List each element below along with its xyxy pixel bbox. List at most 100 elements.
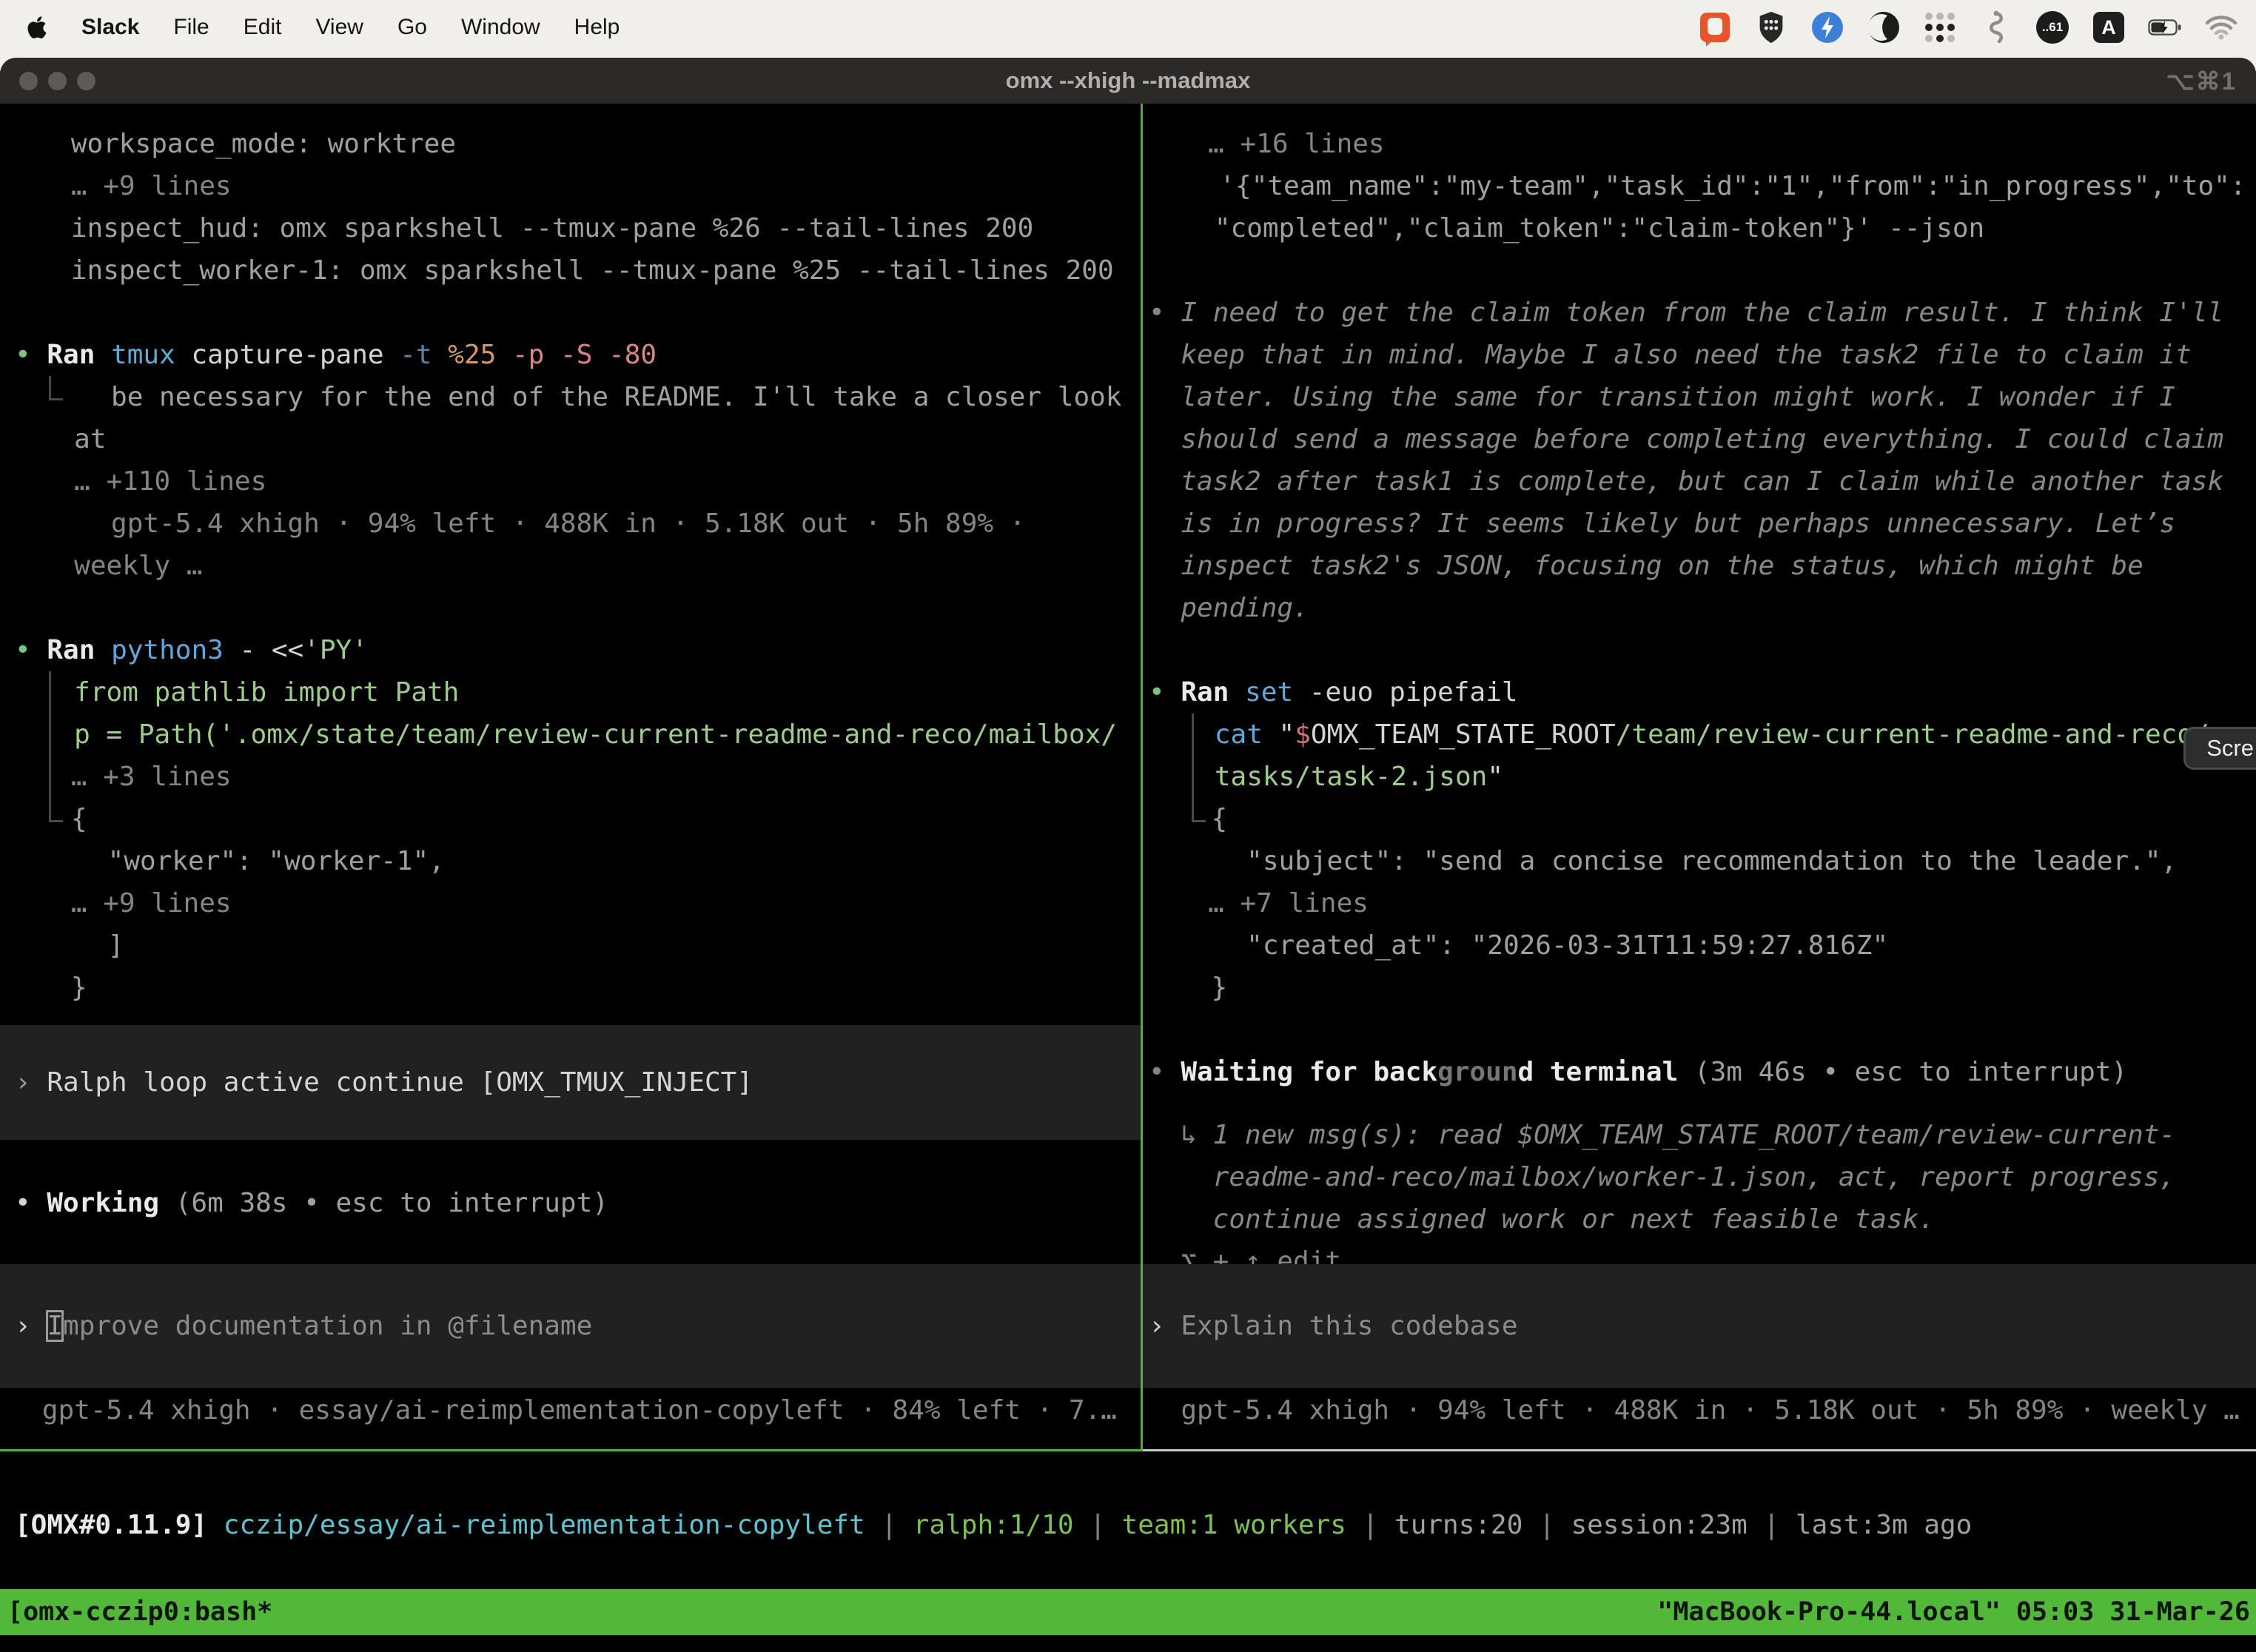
omx-status-bar: [OMX#0.11.9] cczip/essay/ai-reimplementa… (0, 1504, 2256, 1546)
terminal-line: gpt-5.4 xhigh · 94% left · 488K in · 5.1… (0, 503, 1141, 545)
wifi-icon[interactable] (2204, 10, 2238, 44)
terminal-line: } (0, 967, 1141, 1009)
terminal-line: • Working (6m 38s • esc to interrupt) (0, 1182, 1141, 1224)
screen-overlay-label: Scre (2206, 735, 2254, 762)
terminal-line: gpt-5.4 xhigh · essay/ai-reimplementatio… (0, 1389, 1141, 1431)
text-segment: inspect task2's JSON, focusing on the st… (1181, 551, 2143, 581)
terminal-line (0, 292, 1141, 334)
notification-app-icon[interactable] (1698, 10, 1732, 44)
text-segment: -t (400, 340, 432, 370)
apple-menu-icon[interactable] (27, 15, 47, 40)
menu-app-name[interactable]: Slack (81, 15, 139, 40)
menu-item-help[interactable]: Help (574, 15, 620, 40)
ralph-inject-band[interactable]: › Ralph loop active continue [OMX_TMUX_I… (0, 1025, 1141, 1140)
text-segment: Ran (47, 635, 95, 665)
terminal-line: inspect_worker-1: omx sparkshell --tmux-… (0, 249, 1141, 292)
keyboard-input-icon[interactable]: A (2092, 10, 2126, 44)
omx-status-segment: turns:20 (1394, 1510, 1523, 1540)
text-segment: from pathlib import Path (74, 677, 459, 708)
menu-item-go[interactable]: Go (397, 15, 427, 40)
menu-item-file[interactable]: File (173, 15, 209, 40)
text-segment: I need to get the claim token from the c… (1181, 298, 2223, 328)
text-segment: "created_at": "2026-03-31T11:59:27.816Z" (1246, 930, 1888, 961)
text-segment: • (15, 1188, 47, 1218)
text-segment: - << (224, 635, 303, 665)
terminal-line: pending. (1143, 587, 2256, 629)
text-segment: Waiting for back (1181, 1057, 1437, 1087)
battery-icon[interactable] (2148, 10, 2182, 44)
close-window-button[interactable] (19, 72, 38, 90)
text-segment: pending. (1181, 593, 1309, 623)
text-segment: • (15, 340, 47, 370)
shield-app-icon[interactable] (1754, 10, 1788, 44)
omx-status-segment: team:1 workers (1122, 1510, 1346, 1540)
moon-app-icon[interactable] (1867, 10, 1901, 44)
terminal-line: • I need to get the claim token from the… (1143, 292, 2256, 334)
compose-input-band[interactable]: › Improve documentation in @filename (0, 1264, 1141, 1388)
text-segment: › (15, 1311, 47, 1341)
text-segment: cat (1215, 719, 1279, 750)
omx-status-segment: | (1748, 1510, 1796, 1540)
tmux-status-bar[interactable]: [omx-cczip0:bash* "MacBook-Pro-44.local"… (0, 1589, 2256, 1635)
screen: Slack File Edit View Go Window Help (0, 0, 2256, 1652)
dots-grid-icon[interactable] (1923, 10, 1957, 44)
tmux-host-clock: "MacBook-Pro-44.local" 05:03 31-Mar-26 (1657, 1597, 2250, 1627)
text-segment: gpt-5.4 xhigh · 94% left · 488K in · 5.1… (1181, 1395, 2239, 1426)
text-segment: { (71, 804, 87, 834)
text-segment: d terminal (1518, 1057, 1679, 1087)
text-segment: /team/review-current-readme-and-reco/ (1616, 719, 2209, 750)
pane-right-scrollback: … +16 lines'{"team_name":"my-team","task… (1143, 123, 2256, 1283)
menu-item-view[interactable]: View (315, 15, 363, 40)
text-segment: tmux (111, 340, 175, 370)
text-segment: -S (560, 340, 592, 370)
text-segment (592, 340, 608, 370)
text-segment: Explain this codebase (1181, 1311, 1517, 1341)
text-segment: } (71, 973, 87, 1003)
terminal-line: … +7 lines (1143, 882, 2256, 924)
text-segment: OMX_TEAM_STATE_ROOT (1311, 719, 1616, 750)
text-segment (432, 340, 449, 370)
spacer (0, 1140, 1141, 1182)
pane-left[interactable]: workspace_mode: worktree… +9 linesinspec… (0, 104, 1141, 1449)
compose-input-band[interactable]: › Explain this codebase (1143, 1264, 2256, 1388)
tmux-panes: workspace_mode: worktree… +9 linesinspec… (0, 104, 2256, 1449)
terminal-line: … +9 lines (0, 882, 1141, 924)
zoom-window-button[interactable] (77, 72, 95, 90)
text-segment: … +7 lines (1208, 888, 1369, 919)
text-segment (95, 340, 111, 370)
text-segment: is in progress? It seems likely but perh… (1181, 508, 2175, 539)
window-title-bar[interactable]: omx --xhigh --madmax ⌥⌘1 (0, 58, 2256, 104)
omx-status-segment: | (1523, 1510, 1571, 1540)
text-segment: groun (1437, 1057, 1517, 1087)
terminal-line: is in progress? It seems likely but perh… (1143, 503, 2256, 545)
terminal-line: • Waiting for background terminal (3m 46… (1143, 1051, 2256, 1093)
pane-right[interactable]: … +16 lines'{"team_name":"my-team","task… (1143, 104, 2256, 1449)
spacer (0, 1009, 1141, 1025)
terminal-line: weekly … (0, 545, 1141, 587)
terminal-line: later. Using the same for transition mig… (1143, 376, 2256, 418)
text-segment: " (1279, 719, 1295, 750)
text-segment: • (1149, 1057, 1181, 1087)
minimize-window-button[interactable] (48, 72, 67, 90)
tmux-session-window[interactable]: [omx-cczip0:bash* (7, 1597, 272, 1627)
terminal-line: • Ran python3 - <<'PY' (0, 629, 1141, 671)
terminal-line: inspect_hud: omx sparkshell --tmux-pane … (0, 207, 1141, 249)
text-segment: workspace_mode: worktree (71, 129, 456, 159)
window-shortcut-hint: ⌥⌘1 (2166, 67, 2237, 95)
text-segment: should send a message before completing … (1181, 424, 2223, 454)
terminal-line: … +9 lines (0, 165, 1141, 207)
hook-icon[interactable] (1979, 10, 2013, 44)
menu-item-edit[interactable]: Edit (244, 15, 282, 40)
network-app-icon[interactable] (1810, 10, 1844, 44)
traffic-lights (19, 72, 95, 90)
text-segment: { (1212, 804, 1228, 834)
badge-61-icon[interactable]: ..61 (2035, 10, 2069, 44)
text-segment: Ran (1181, 677, 1229, 708)
pane-right-bottom: › Explain this codebase gpt-5.4 xhigh · 9… (1143, 1264, 2256, 1431)
text-segment: 1 new msg(s): read $OMX_TEAM_STATE_ROOT/… (1213, 1120, 2175, 1150)
omx-status-segment: session:23m (1571, 1510, 1747, 1540)
text-segment: be necessary for the end of the README. … (111, 382, 1121, 412)
menu-item-window[interactable]: Window (461, 15, 540, 40)
text-segment: "worker": "worker-1", (108, 846, 445, 876)
terminal-line: { (1143, 798, 2256, 840)
